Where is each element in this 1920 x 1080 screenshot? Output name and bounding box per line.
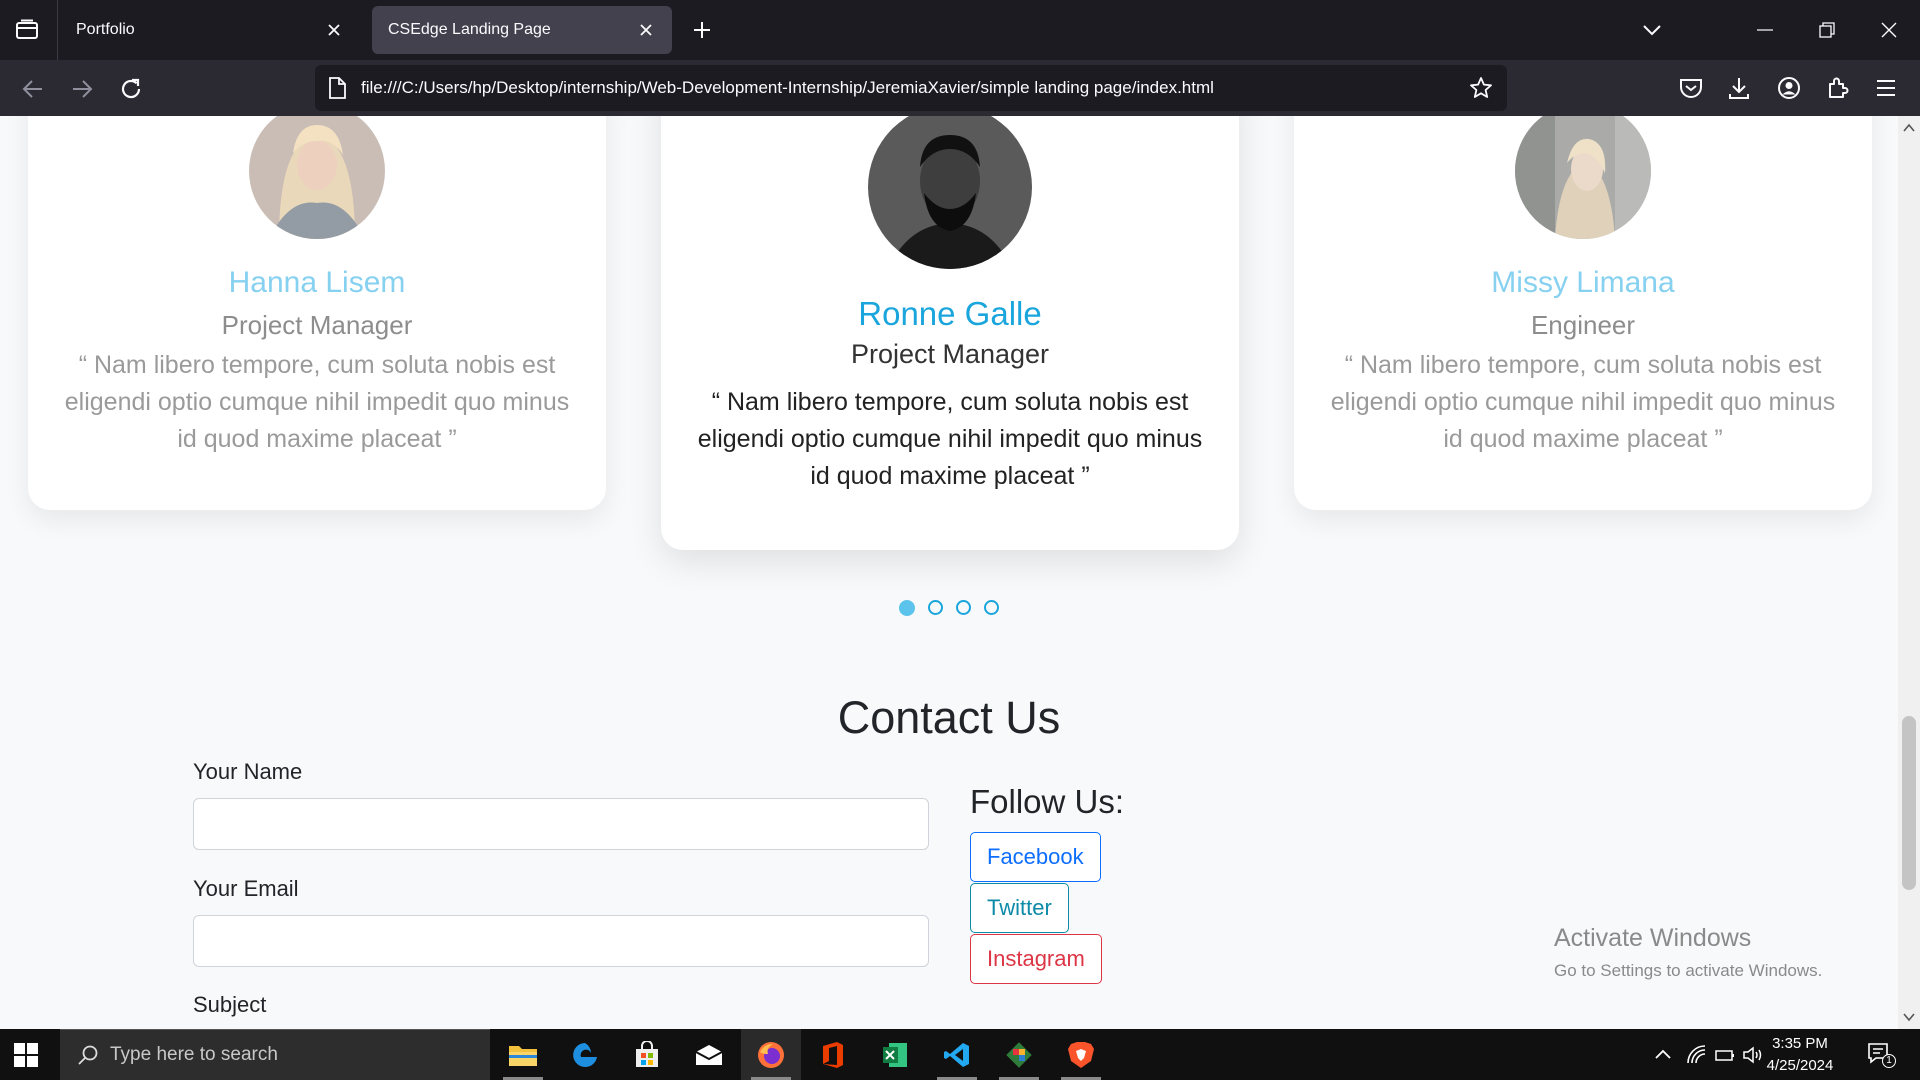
clock-date: 4/25/2024 [1766,1057,1834,1074]
windows-start-icon[interactable] [12,1041,40,1069]
network-icon[interactable] [1685,1043,1709,1067]
close-icon[interactable] [636,20,656,40]
tab-csedge-landing[interactable]: CSEdge Landing Page [372,6,672,54]
follow-title: Follow Us: [970,783,1125,820]
taskbar-search-box[interactable]: Type here to search [60,1029,490,1080]
vscode-icon[interactable] [927,1029,987,1080]
file-explorer-icon[interactable] [493,1029,553,1080]
account-icon[interactable] [1773,72,1805,104]
testimonial-quote: “ Nam libero tempore, cum soluta nobis e… [1330,351,1836,453]
notification-center-icon[interactable]: 1 [1866,1041,1896,1069]
scroll-down-arrow-icon[interactable] [1901,1009,1917,1025]
testimonial-name: Hanna Lisem [228,266,406,299]
carousel-dot[interactable] [899,600,915,616]
carousel-indicators [899,597,1009,617]
testimonial-role: Project Manager [850,339,1050,369]
downloads-icon[interactable] [1723,72,1755,104]
tab-title: CSEdge Landing Page [388,21,551,38]
chevron-down-icon[interactable] [1638,16,1666,44]
testimonial-card-active: Ronne Galle Project Manager “ Nam libero… [661,116,1239,550]
name-label: Your Name [193,759,303,784]
restore-icon[interactable] [1796,0,1858,60]
window-close-icon[interactable] [1858,0,1920,60]
testimonial-quote: “ Nam libero tempore, cum soluta nobis e… [697,388,1203,490]
extensions-icon[interactable] [1822,72,1854,104]
scroll-thumb[interactable] [1902,716,1916,890]
reload-icon[interactable] [116,74,146,104]
carousel-dot[interactable] [928,600,943,615]
carousel-dot[interactable] [984,600,999,615]
menu-hamburger-icon[interactable] [1870,72,1902,104]
twitter-button[interactable]: Twitter [970,883,1069,933]
watermark-subtitle: Go to Settings to activate Windows. [1554,961,1823,980]
minimize-icon[interactable] [1734,0,1796,60]
address-bar[interactable]: file:///C:/Users/hp/Desktop/internship/W… [315,65,1507,111]
chevron-up-icon[interactable] [1651,1043,1675,1067]
pocket-icon[interactable] [1675,72,1707,104]
office-icon[interactable] [803,1029,863,1080]
excel-icon[interactable] [865,1029,925,1080]
carousel-dot[interactable] [956,600,971,615]
testimonial-name: Missy Limana [1491,266,1675,299]
file-page-icon [329,77,346,99]
testimonial-card: Missy Limana Engineer “ Nam libero tempo… [1294,116,1872,510]
page-scrollbar[interactable] [1898,116,1920,1029]
testimonial-role: Engineer [1530,310,1636,340]
mail-icon[interactable] [679,1029,739,1080]
close-icon[interactable] [324,20,344,40]
testimonial-quote: “ Nam libero tempore, cum soluta nobis e… [64,351,570,453]
search-icon [78,1045,98,1065]
facebook-button[interactable]: Facebook [970,832,1101,882]
email-label: Your Email [193,876,299,901]
email-input[interactable] [193,915,929,967]
scroll-up-arrow-icon[interactable] [1901,120,1917,136]
git-icon[interactable] [989,1029,1049,1080]
woman-street-avatar [1515,116,1651,239]
testimonial-card: Hanna Lisem Project Manager “ Nam libero… [28,116,606,510]
instagram-button[interactable]: Instagram [970,934,1102,984]
clock-time: 3:35 PM [1772,1035,1828,1052]
testimonial-role: Project Manager [221,310,413,340]
battery-icon[interactable] [1713,1043,1737,1067]
forward-arrow-icon[interactable] [67,74,97,104]
brave-icon[interactable] [1051,1029,1111,1080]
back-arrow-icon[interactable] [18,74,48,104]
tab-title: Portfolio [76,21,135,38]
tab-separator [57,0,58,60]
name-input[interactable] [193,798,929,850]
system-clock[interactable]: 3:35 PM 4/25/2024 [1760,1033,1840,1077]
search-placeholder: Type here to search [110,1044,278,1065]
tab-bar: Portfolio CSEdge Landing Page [0,0,1920,60]
bearded-man-avatar [868,116,1032,269]
new-tab-plus-icon[interactable] [688,16,716,44]
page-viewport: Hanna Lisem Project Manager “ Nam libero… [0,116,1920,1029]
tab-overview-icon[interactable] [12,16,42,44]
blonde-woman-avatar [249,116,385,239]
testimonial-name: Ronne Galle [858,295,1042,332]
bookmark-star-icon[interactable] [1469,76,1493,100]
notification-count: 1 [1882,1054,1896,1068]
subject-label: Subject [193,992,267,1017]
edge-icon[interactable] [555,1029,615,1080]
microsoft-store-icon[interactable] [617,1029,677,1080]
url-text: file:///C:/Users/hp/Desktop/internship/W… [361,78,1214,97]
tab-portfolio[interactable]: Portfolio [60,6,360,54]
windows-taskbar: Type here to search 3:35 PM 4/25/2024 1 [0,1029,1920,1080]
activate-windows-watermark: Activate Windows Go to Settings to activ… [1554,924,1822,981]
firefox-icon[interactable] [741,1029,801,1080]
watermark-title: Activate Windows [1554,924,1752,952]
contact-title: Contact Us [837,692,1061,743]
